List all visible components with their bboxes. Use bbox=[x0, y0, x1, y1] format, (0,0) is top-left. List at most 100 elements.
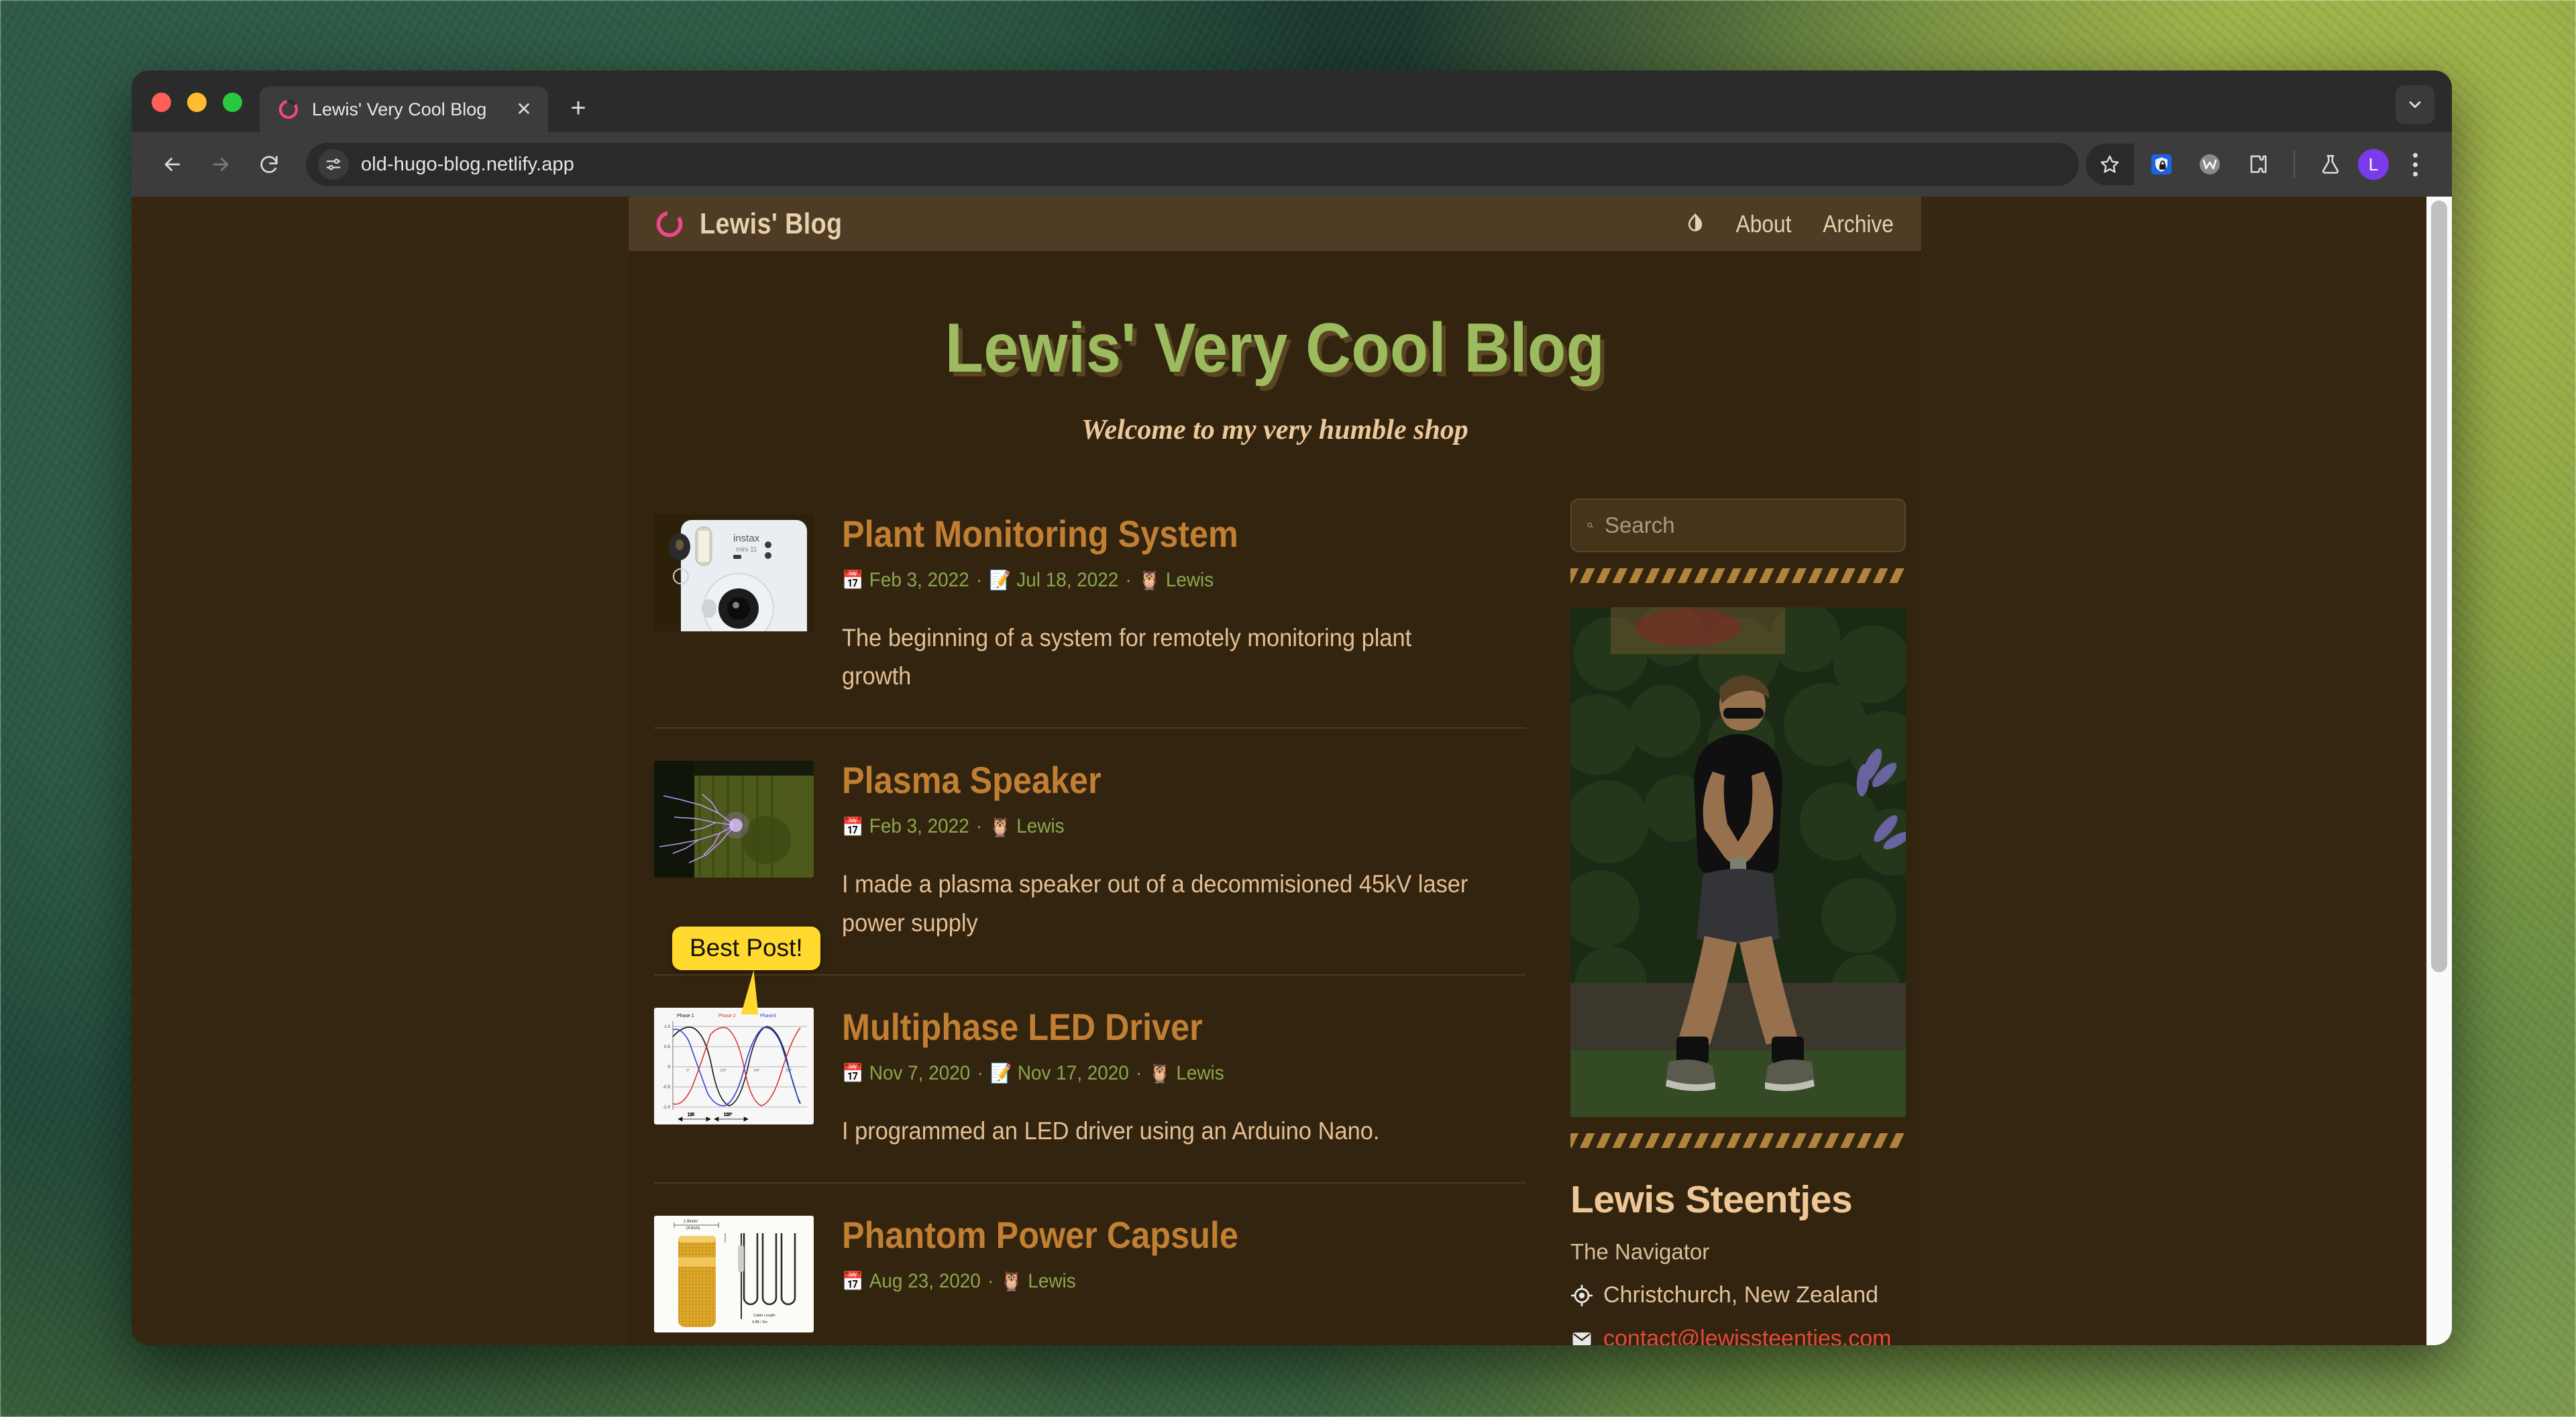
legend-phase-1: Phase 1 bbox=[677, 1014, 694, 1018]
post-title[interactable]: Plant Monitoring System bbox=[842, 514, 1458, 554]
profile-email[interactable]: contact@lewissteentjes.com bbox=[1570, 1326, 1906, 1345]
envelope-icon bbox=[1572, 1332, 1591, 1345]
nav-link-about[interactable]: About bbox=[1736, 210, 1792, 238]
browser-tab[interactable]: Lewis' Very Cool Blog ✕ bbox=[260, 87, 548, 132]
extension-shield-lock-button[interactable] bbox=[2141, 144, 2182, 185]
maximize-window-button[interactable] bbox=[223, 93, 242, 112]
profile-avatar[interactable]: L bbox=[2358, 149, 2389, 180]
close-tab-button[interactable]: ✕ bbox=[509, 95, 539, 124]
profile-location: Christchurch, New Zealand bbox=[1570, 1282, 1906, 1308]
theme-toggle-button[interactable] bbox=[1681, 210, 1709, 238]
post-item[interactable]: 1.9inch/ (4.8cm) Cable Length 9.8ft / 3m… bbox=[654, 1182, 1526, 1345]
page-viewport: Lewis' Blog About Archive Lewis' Very Co… bbox=[131, 197, 2452, 1345]
post-date-published: Feb 3, 2022 bbox=[869, 568, 969, 591]
back-button[interactable] bbox=[152, 144, 193, 185]
tab-strip: Lewis' Very Cool Blog ✕ + bbox=[131, 70, 2452, 132]
post-summary: The beginning of a system for remotely m… bbox=[842, 623, 1412, 690]
post-item[interactable]: instax mini 11 Plant Monitoring System 📅… bbox=[654, 498, 1526, 727]
address-bar[interactable]: old-hugo-blog.netlify.app bbox=[306, 143, 2079, 186]
chevron-down-icon bbox=[2409, 101, 2421, 108]
post-item[interactable]: Phase 1 Phase 2 Phase3 1.0 0.5 0 -0.5 -1… bbox=[654, 974, 1526, 1182]
labs-button[interactable] bbox=[2310, 144, 2351, 185]
extensions-button[interactable] bbox=[2237, 144, 2279, 185]
post-thumbnail[interactable]: Phase 1 Phase 2 Phase3 1.0 0.5 0 -0.5 -1… bbox=[654, 1007, 814, 1124]
post-author: Lewis bbox=[1176, 1061, 1224, 1084]
post-body: Plasma Speaker 📅 Feb 3, 2022 · 🦉 Lewis I… bbox=[842, 761, 1526, 941]
post-date-published: Aug 23, 2020 bbox=[869, 1269, 981, 1292]
kebab-dot bbox=[2412, 162, 2418, 167]
tab-search-button[interactable] bbox=[2396, 85, 2434, 124]
svg-text:-0.5: -0.5 bbox=[663, 1085, 671, 1090]
browser-menu-button[interactable] bbox=[2396, 144, 2434, 185]
post-author: Lewis bbox=[1165, 568, 1214, 591]
post-date-updated: Nov 17, 2020 bbox=[1017, 1061, 1129, 1084]
profile-role: The Navigator bbox=[1570, 1239, 1710, 1264]
meta-separator: · bbox=[975, 568, 983, 591]
meta-separator: · bbox=[975, 815, 983, 838]
nav-link-archive[interactable]: Archive bbox=[1823, 210, 1894, 238]
annotation-120-deg: 120° bbox=[724, 1113, 733, 1117]
instax-camera-photo: instax mini 11 bbox=[654, 515, 814, 631]
toolbar-divider bbox=[2294, 150, 2295, 178]
scrollbar-thumb[interactable] bbox=[2431, 201, 2447, 972]
site-brand[interactable]: Lewis' Blog bbox=[654, 207, 865, 241]
kebab-dot bbox=[2412, 171, 2418, 176]
plasma-arc-photo bbox=[654, 761, 814, 878]
extension-w-button[interactable] bbox=[2189, 144, 2231, 185]
svg-text:240°: 240° bbox=[753, 1069, 760, 1073]
page-scrollbar[interactable] bbox=[2426, 197, 2452, 1345]
post-author: Lewis bbox=[1016, 815, 1065, 838]
flask-icon bbox=[2322, 154, 2339, 174]
kebab-dot bbox=[2412, 152, 2418, 158]
close-window-button[interactable] bbox=[152, 93, 171, 112]
hero-section: Lewis' Very Cool Blog Welcome to my very… bbox=[629, 251, 1921, 446]
svg-text:360°: 360° bbox=[786, 1069, 792, 1073]
search-input[interactable] bbox=[1605, 513, 1890, 538]
tooltip-text: Best Post! bbox=[690, 934, 803, 961]
browser-window: Lewis' Very Cool Blog ✕ + old-hugo-blog.… bbox=[131, 70, 2452, 1345]
svg-text:-1.0: -1.0 bbox=[663, 1105, 671, 1110]
svg-text:(4.8cm): (4.8cm) bbox=[686, 1226, 700, 1230]
svg-text:0°: 0° bbox=[686, 1069, 690, 1073]
post-meta: 📅 Aug 23, 2020 · 🦉 Lewis bbox=[842, 1270, 1479, 1293]
page-subtitle: Welcome to my very humble shop bbox=[1081, 415, 1468, 445]
post-thumbnail[interactable] bbox=[654, 761, 814, 878]
legend-phase-2: Phase 2 bbox=[718, 1014, 736, 1018]
arrow-left-icon bbox=[164, 158, 180, 171]
meta-separator: · bbox=[987, 1269, 994, 1292]
arrow-right-icon bbox=[213, 158, 229, 171]
puzzle-icon bbox=[2250, 155, 2267, 173]
new-tab-button[interactable]: + bbox=[557, 87, 599, 129]
legend-phase-3: Phase3 bbox=[760, 1014, 776, 1018]
crosshair-icon bbox=[1570, 1284, 1593, 1306]
meta-separator: · bbox=[977, 1061, 983, 1084]
window-controls bbox=[131, 93, 260, 132]
post-body: Phantom Power Capsule 📅 Aug 23, 2020 · 🦉… bbox=[842, 1215, 1526, 1332]
svg-text:instax: instax bbox=[733, 533, 760, 544]
post-title[interactable]: Multiphase LED Driver bbox=[842, 1007, 1458, 1047]
post-title[interactable]: Plasma Speaker bbox=[842, 761, 1458, 800]
post-summary: I made a plasma speaker out of a decommi… bbox=[842, 870, 1468, 937]
post-thumbnail[interactable]: instax mini 11 bbox=[654, 515, 814, 631]
site-header: Lewis' Blog About Archive bbox=[629, 197, 1921, 251]
bookmark-button[interactable] bbox=[2086, 144, 2134, 185]
search-box[interactable] bbox=[1570, 498, 1906, 552]
reload-button[interactable] bbox=[248, 144, 290, 185]
browser-toolbar: old-hugo-blog.netlify.app L bbox=[131, 132, 2452, 197]
profile-email-link[interactable]: contact@lewissteentjes.com bbox=[1603, 1326, 1891, 1345]
post-thumbnail[interactable]: 1.9inch/ (4.8cm) Cable Length 9.8ft / 3m bbox=[654, 1216, 814, 1333]
search-icon bbox=[1587, 522, 1593, 529]
site-info-icon[interactable] bbox=[318, 149, 349, 180]
owl-icon: 🦉 bbox=[1148, 1063, 1171, 1084]
post-title[interactable]: Phantom Power Capsule bbox=[842, 1215, 1458, 1255]
profile-location-text: Christchurch, New Zealand bbox=[1603, 1282, 1879, 1308]
post-author: Lewis bbox=[1028, 1269, 1076, 1292]
minimize-window-button[interactable] bbox=[187, 93, 207, 112]
reload-icon bbox=[260, 156, 278, 173]
calendar-icon: 📅 bbox=[842, 570, 864, 591]
portrait-photo bbox=[1570, 607, 1906, 1117]
calendar-icon: 📅 bbox=[842, 1063, 864, 1084]
forward-button[interactable] bbox=[200, 144, 241, 185]
site-nav: About Archive bbox=[1681, 210, 1898, 238]
post-body: Plant Monitoring System 📅 Feb 3, 2022 · … bbox=[842, 514, 1526, 695]
